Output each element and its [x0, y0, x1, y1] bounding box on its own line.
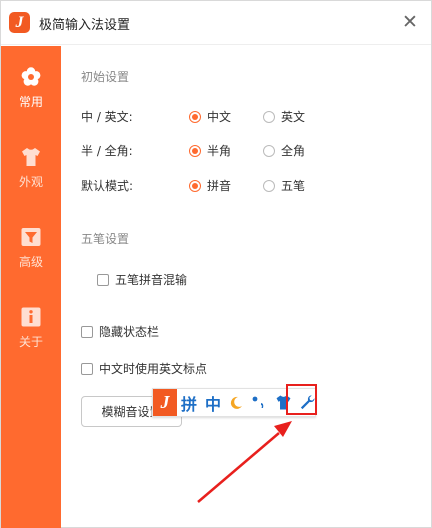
checkbox-label: 五笔拼音混输: [115, 273, 188, 287]
annotation-highlight-box: [286, 384, 317, 415]
checkbox-box: [81, 362, 93, 375]
close-button[interactable]: ✕: [399, 11, 421, 33]
pinyin-mode-button[interactable]: 拼: [177, 389, 201, 416]
half-width-toggle[interactable]: [225, 389, 247, 416]
section-title-initial: 初始设置: [81, 70, 130, 84]
default-mode-label: 默认模式:: [81, 179, 134, 193]
punctuation-toggle[interactable]: [247, 389, 271, 416]
radio-chinese[interactable]: 中文: [189, 108, 231, 125]
radio-full-width[interactable]: 全角: [263, 142, 305, 159]
radio-label: 中文: [207, 110, 232, 124]
settings-content: 初始设置 中 / 英文: 中文 英文 半 / 全角: 半角 全角 默认模式: 拼…: [61, 46, 431, 528]
radio-label: 五笔: [281, 179, 306, 193]
title-bar: J 极简输入法设置 ✕: [1, 1, 431, 45]
english-punctuation-checkbox[interactable]: 中文时使用英文标点: [81, 360, 207, 377]
sidebar-item-label: 关于: [18, 335, 43, 349]
radio-pinyin[interactable]: 拼音: [189, 177, 231, 194]
hide-status-bar-checkbox[interactable]: 隐藏状态栏: [81, 323, 159, 340]
ime-logo-icon[interactable]: J: [153, 389, 177, 416]
sidebar: 常用 外观 高级 关于: [1, 46, 61, 528]
radio-dot: [263, 144, 275, 157]
radio-wubi[interactable]: 五笔: [263, 177, 305, 194]
radio-english[interactable]: 英文: [263, 108, 305, 125]
radio-dot: [263, 110, 275, 123]
radio-half-width[interactable]: 半角: [189, 142, 231, 159]
sidebar-item-common[interactable]: 常用: [1, 66, 61, 124]
radio-label: 英文: [281, 110, 306, 124]
chinese-mode-button[interactable]: 中: [201, 389, 225, 416]
chinese-english-label: 中 / 英文:: [81, 110, 133, 124]
sidebar-item-label: 外观: [18, 175, 43, 189]
radio-dot: [189, 179, 201, 192]
half-full-width-label: 半 / 全角:: [81, 144, 133, 158]
wubi-pinyin-mixed-checkbox[interactable]: 五笔拼音混输: [97, 271, 187, 288]
section-title-wubi: 五笔设置: [81, 232, 130, 246]
sidebar-item-label: 常用: [18, 95, 43, 109]
radio-label: 半角: [207, 144, 232, 158]
sidebar-item-label: 高级: [18, 255, 43, 269]
sidebar-item-advanced[interactable]: 高级: [1, 226, 61, 284]
checkbox-label: 中文时使用英文标点: [99, 362, 208, 376]
window-title: 极简输入法设置: [39, 18, 131, 33]
radio-dot: [189, 144, 201, 157]
sidebar-item-appearance[interactable]: 外观: [1, 146, 61, 204]
radio-dot: [263, 179, 275, 192]
punctuation-icon: [252, 396, 264, 408]
settings-window: J 极简输入法设置 ✕ 常用 外观 高级 关于 初始设置 中 / 英文: 中文 …: [0, 0, 432, 528]
flower-icon: [21, 67, 41, 86]
radio-dot: [189, 110, 201, 123]
radio-label: 拼音: [207, 179, 232, 193]
filter-icon: [21, 228, 41, 246]
info-icon: [21, 307, 41, 327]
checkbox-box: [97, 273, 109, 286]
app-logo-icon: J: [9, 12, 30, 33]
radio-label: 全角: [281, 144, 306, 158]
checkbox-label: 隐藏状态栏: [99, 325, 160, 339]
checkbox-box: [81, 325, 93, 338]
moon-icon: [230, 396, 242, 409]
shirt-icon: [22, 148, 40, 166]
sidebar-item-about[interactable]: 关于: [1, 306, 61, 364]
